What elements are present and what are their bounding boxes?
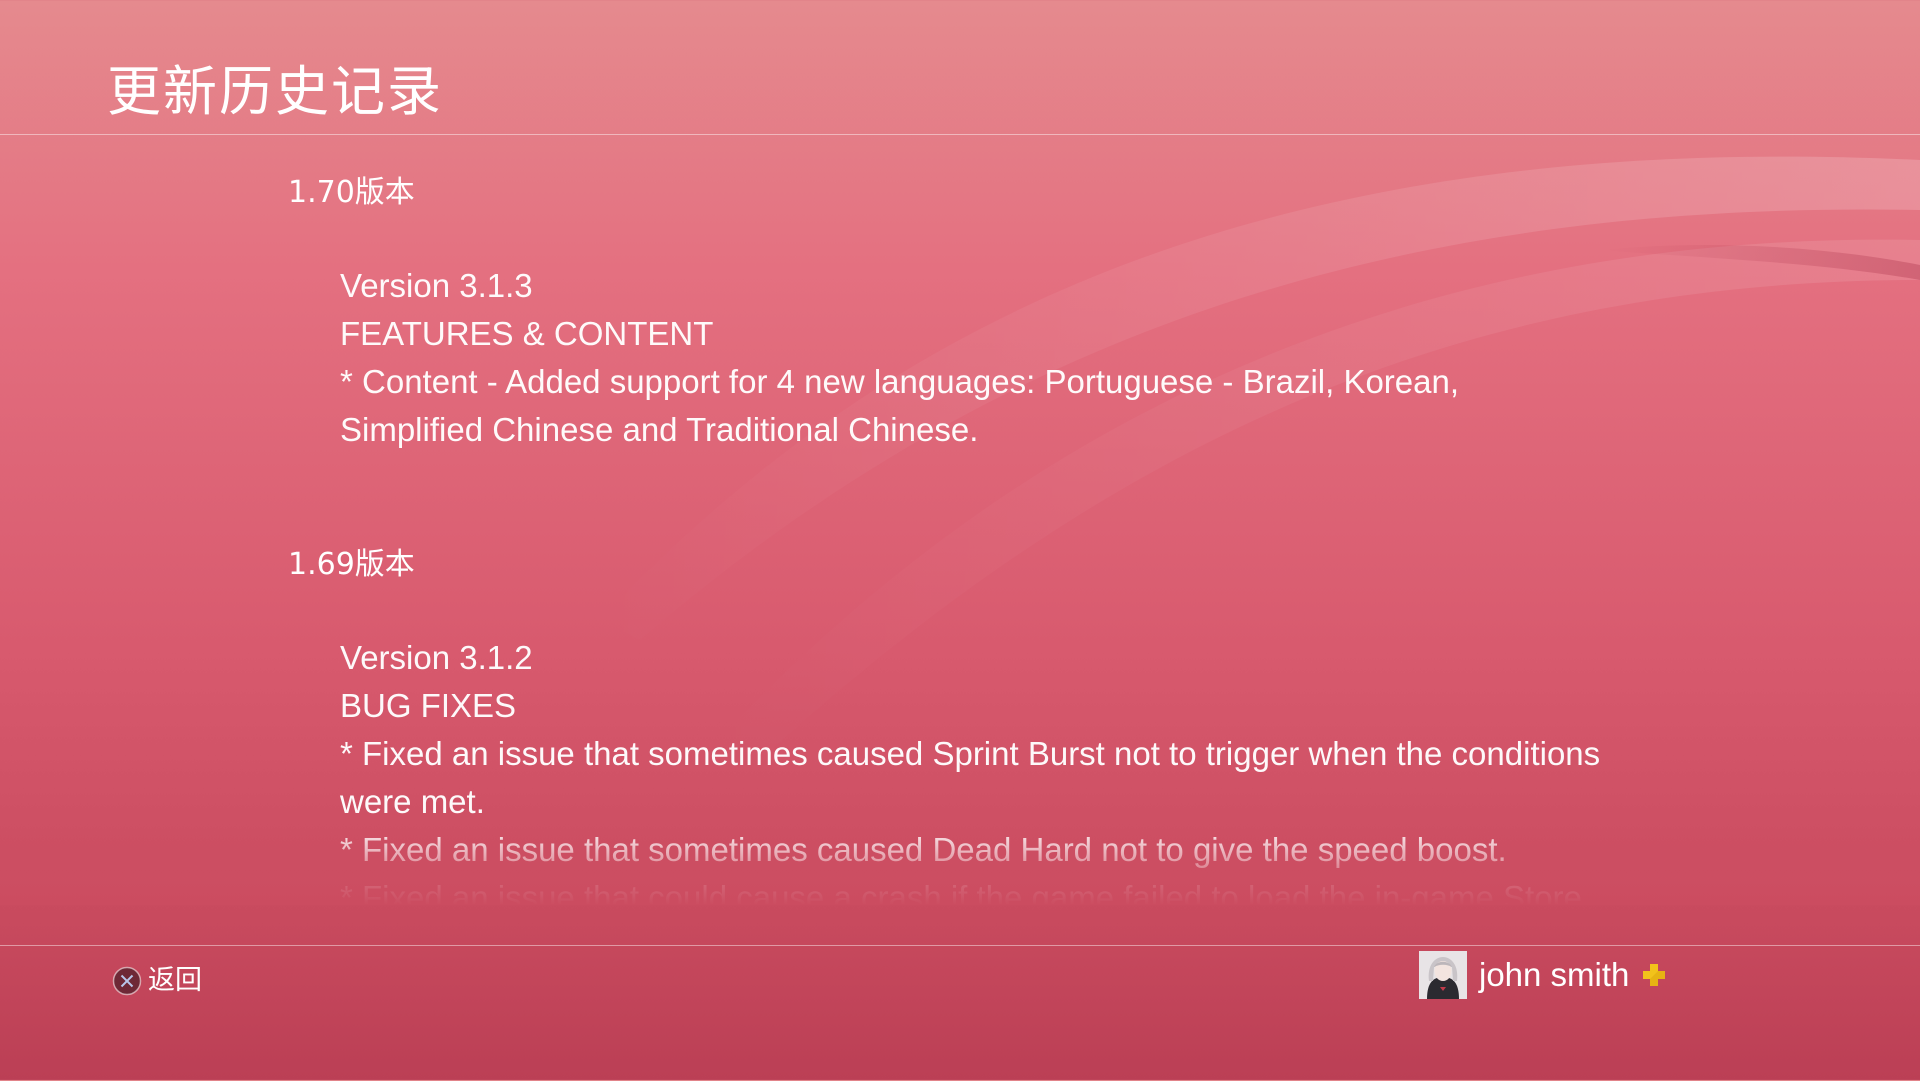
username: john smith	[1479, 956, 1630, 993]
cross-button-icon	[112, 966, 142, 996]
back-label: 返回	[148, 965, 202, 996]
user-info: john smith	[1419, 951, 1667, 999]
note-line: BUG FIXES	[340, 687, 517, 724]
version-heading: 1.70版本	[288, 175, 415, 210]
note-line: * Fixed an issue that could cause a cras…	[340, 879, 1582, 905]
version-heading: 1.69版本	[288, 547, 415, 582]
note-line: were met.	[340, 783, 485, 820]
note-line: FEATURES & CONTENT	[340, 315, 714, 352]
note-line: * Content - Added support for 4 new lang…	[340, 363, 1460, 400]
footer: 返回 john smith	[0, 945, 1920, 1081]
playstation-plus-icon	[1641, 962, 1667, 988]
back-button[interactable]: 返回	[112, 958, 202, 1004]
note-line: Simplified Chinese and Traditional Chine…	[340, 411, 979, 448]
note-line: * Fixed an issue that sometimes caused D…	[340, 831, 1507, 868]
note-line: * Fixed an issue that sometimes caused S…	[340, 735, 1601, 772]
avatar	[1419, 951, 1467, 999]
page-title: 更新历史记录	[107, 60, 443, 123]
update-history-content[interactable]: 1.70版本 Version 3.1.3 FEATURES & CONTENT …	[0, 135, 1920, 905]
note-line: Version 3.1.2	[340, 639, 533, 676]
note-line: Version 3.1.3	[340, 267, 533, 304]
header: 更新历史记录	[0, 0, 1920, 135]
